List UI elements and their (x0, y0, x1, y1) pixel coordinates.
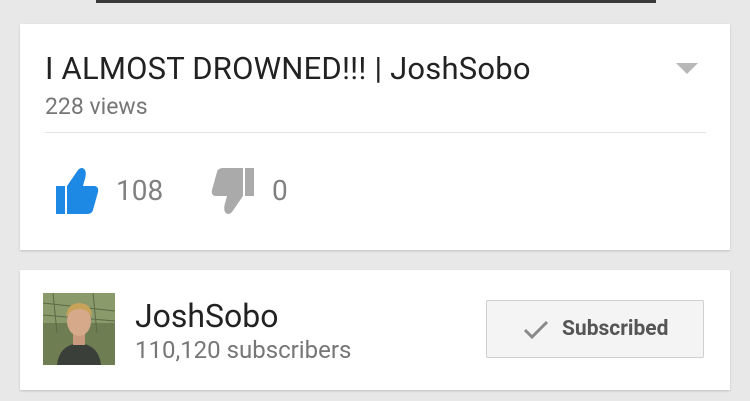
dropdown-arrow-icon[interactable] (676, 63, 698, 74)
subscriber-count: 110,120 subscribers (135, 336, 352, 364)
subscribed-label: Subscribed (562, 317, 669, 341)
checkmark-icon (523, 320, 549, 340)
like-count: 108 (116, 174, 164, 207)
top-strip (0, 0, 750, 6)
channel-card: JoshSobo 110,120 subscribers Subscribed (20, 270, 730, 390)
video-player-edge (96, 0, 656, 3)
subscribed-button[interactable]: Subscribed (486, 300, 704, 358)
dislike-button[interactable]: 0 (210, 164, 300, 218)
avatar-image (43, 293, 115, 365)
view-count: 228 views (45, 93, 148, 120)
divider (45, 132, 706, 133)
thumbs-up-icon (56, 168, 99, 214)
video-info-card: I ALMOST DROWNED!!! | JoshSobo 228 views… (20, 24, 730, 250)
dislike-count: 0 (272, 174, 288, 207)
channel-name[interactable]: JoshSobo (135, 297, 279, 335)
like-button[interactable]: 108 (54, 164, 194, 218)
video-title: I ALMOST DROWNED!!! | JoshSobo (45, 50, 531, 87)
thumbs-down-icon (211, 168, 254, 214)
channel-avatar[interactable] (43, 293, 115, 365)
